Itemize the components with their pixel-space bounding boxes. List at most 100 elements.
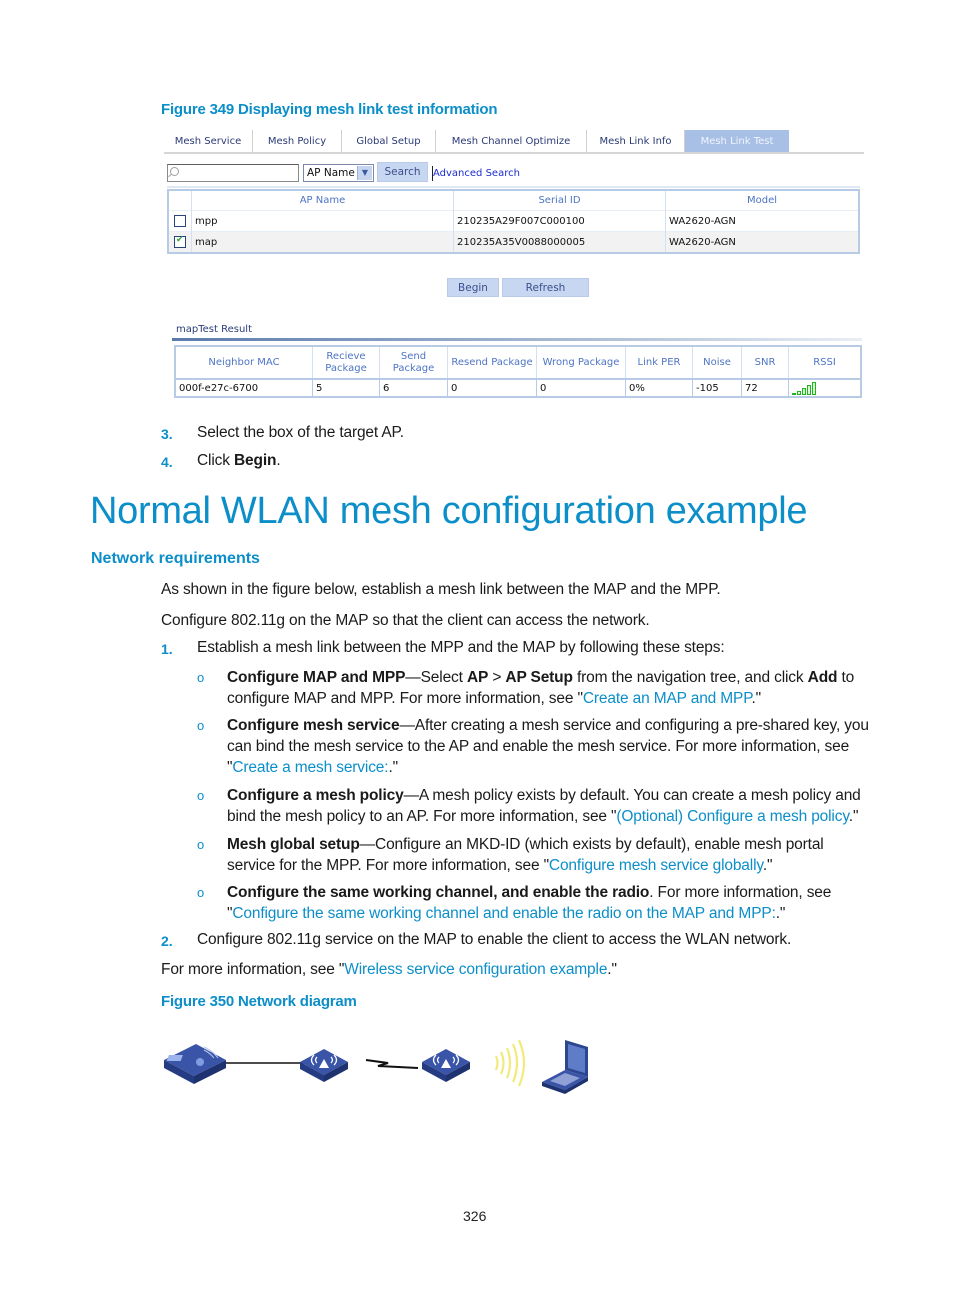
- text: can bind the mesh service to the AP and …: [227, 738, 850, 755]
- wrong-package-cell: 0: [536, 378, 626, 397]
- header-text: Resend Package: [451, 356, 533, 368]
- select-column-header: [168, 190, 192, 211]
- send-package-cell: 6: [379, 378, 448, 397]
- column-header-resend-package: Resend Package: [447, 346, 537, 379]
- text: . For more information, see: [649, 884, 832, 901]
- result-divider: [172, 338, 862, 341]
- row-checkbox-mpp[interactable]: [174, 215, 186, 227]
- divider: [167, 186, 860, 188]
- signal-strength-icon: [792, 381, 822, 395]
- rssi-cell: [788, 378, 862, 397]
- text: >: [488, 669, 506, 686]
- step-number: 4.: [161, 454, 173, 470]
- header-text: Package: [325, 362, 367, 374]
- link-create-map-mpp[interactable]: Create an MAP and MPP: [583, 690, 752, 707]
- step-text: Click Begin.: [197, 452, 281, 470]
- tab-bar: Mesh Service Mesh Policy Global Setup Me…: [164, 130, 864, 154]
- link-create-mesh-service[interactable]: Create a mesh service:: [232, 759, 388, 776]
- mpp-ap-icon: [300, 1049, 348, 1082]
- section-title: Normal WLAN mesh configuration example: [90, 490, 808, 532]
- text: —Select: [405, 669, 467, 686]
- link-configure-working-channel[interactable]: Configure the same working channel and e…: [232, 905, 776, 922]
- bullet-item: Configure MAP and MPP—Select AP > AP Set…: [227, 667, 932, 709]
- text: .": [751, 690, 761, 707]
- refresh-button[interactable]: Refresh: [502, 278, 589, 297]
- bullet-icon: o: [197, 885, 205, 900]
- search-field-select[interactable]: AP Name ▼: [303, 164, 374, 182]
- tab-global-setup[interactable]: Global Setup: [342, 130, 436, 152]
- result-title: mapTest Result: [176, 324, 252, 335]
- column-header-model[interactable]: Model: [665, 190, 860, 211]
- bullet-icon: o: [197, 718, 205, 733]
- row-checkbox-map[interactable]: [174, 235, 186, 248]
- bullet-title: Mesh global setup: [227, 836, 360, 853]
- tab-mesh-link-info[interactable]: Mesh Link Info: [587, 130, 685, 152]
- link-wireless-service-example[interactable]: Wireless service configuration example: [344, 961, 607, 978]
- begin-button[interactable]: Begin: [447, 278, 499, 297]
- more-info-paragraph: For more information, see "Wireless serv…: [161, 961, 617, 979]
- bullet-title: Configure the same working channel, and …: [227, 884, 650, 901]
- column-header-serial-id[interactable]: Serial ID: [453, 190, 666, 211]
- column-header-link-per: Link PER: [625, 346, 693, 379]
- model-cell: WA2620-AGN: [665, 231, 860, 253]
- header-text: Link PER: [637, 356, 681, 368]
- ap-table-header: AP Name Serial ID Model: [168, 190, 860, 211]
- row-select-cell: [168, 231, 192, 253]
- text: service for the MPP. For more informatio…: [227, 857, 549, 874]
- header-text: Send: [400, 350, 427, 362]
- header-text: Recieve: [326, 350, 366, 362]
- recieve-package-cell: 5: [312, 378, 380, 397]
- step-text: Configure 802.11g service on the MAP to …: [197, 931, 792, 948]
- figure-349-caption: Figure 349 Displaying mesh link test inf…: [161, 101, 498, 118]
- bullet-item: Mesh global setup—Configure an MKD-ID (w…: [227, 834, 932, 876]
- tab-mesh-link-test[interactable]: Mesh Link Test: [685, 130, 789, 152]
- table-row: 000f-e27c-6700 5 6 0 0 0% -105 72: [175, 378, 862, 397]
- bullet-title: Configure MAP and MPP: [227, 669, 406, 686]
- text: .": [388, 759, 398, 776]
- header-text: Wrong Package: [542, 356, 620, 368]
- link-configure-mesh-service-globally[interactable]: Configure mesh service globally: [549, 857, 763, 874]
- text: to: [837, 669, 855, 686]
- step-number: 1.: [161, 641, 173, 657]
- bullet-icon: o: [197, 837, 205, 852]
- table-row: map 210235A35V0088000005 WA2620-AGN: [168, 231, 860, 253]
- link-per-cell: 0%: [625, 378, 693, 397]
- rssi-bar: [812, 382, 816, 395]
- model-cell: WA2620-AGN: [665, 210, 860, 232]
- text: bind the mesh policy to an AP. For more …: [227, 808, 617, 825]
- rssi-bar: [792, 393, 796, 395]
- text: Click: [197, 452, 234, 469]
- client-laptop-icon: [542, 1040, 588, 1094]
- text: .": [775, 905, 786, 922]
- intro-paragraph: Configure 802.11g on the MAP so that the…: [161, 612, 650, 629]
- header-text: Noise: [703, 356, 731, 368]
- header-text: Neighbor MAC: [208, 356, 280, 368]
- column-header-neighbor-mac: Neighbor MAC: [175, 346, 313, 379]
- wifi-signal-icon: [494, 1039, 526, 1087]
- search-input[interactable]: [167, 164, 299, 182]
- column-header-send-package: Send Package: [379, 346, 448, 379]
- advanced-search-link[interactable]: Advanced Search: [433, 168, 520, 179]
- tab-mesh-service[interactable]: Mesh Service: [164, 130, 253, 152]
- search-button[interactable]: Search: [377, 162, 428, 182]
- chevron-down-icon[interactable]: ▼: [357, 166, 372, 180]
- column-header-snr: SNR: [741, 346, 789, 379]
- header-text: SNR: [754, 356, 776, 368]
- ap-menu-emphasis: AP: [466, 669, 489, 686]
- bullet-title: Configure mesh service: [227, 717, 400, 734]
- table-row: mpp 210235A29F007C000100 WA2620-AGN: [168, 210, 860, 232]
- column-header-noise: Noise: [692, 346, 742, 379]
- column-header-wrong-package: Wrong Package: [536, 346, 626, 379]
- switch-icon: [164, 1044, 226, 1084]
- section-subtitle: Network requirements: [91, 550, 260, 567]
- network-diagram: [164, 1039, 588, 1094]
- link-configure-mesh-policy[interactable]: (Optional) Configure a mesh policy: [616, 808, 849, 825]
- page-number: 326: [463, 1208, 487, 1224]
- step-number: 3.: [161, 426, 173, 442]
- tab-mesh-policy[interactable]: Mesh Policy: [253, 130, 342, 152]
- column-header-ap-name[interactable]: AP Name: [191, 190, 454, 211]
- column-header-rssi: RSSI: [788, 346, 862, 379]
- bullet-item: Configure the same working channel, and …: [227, 882, 932, 924]
- result-table: Neighbor MAC Recieve Package Send Package …: [174, 345, 862, 398]
- tab-mesh-channel-optimize[interactable]: Mesh Channel Optimize: [436, 130, 587, 152]
